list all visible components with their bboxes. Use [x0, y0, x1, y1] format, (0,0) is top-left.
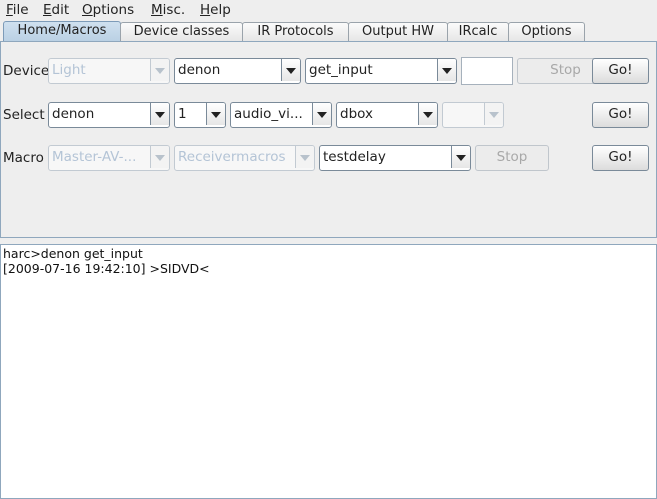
macro-combo-value: Master-AV-...	[52, 149, 137, 165]
macro-folder-value: Receivermacros	[178, 149, 286, 165]
command-combo-value: get_input	[309, 62, 373, 78]
remote-combo-value: denon	[178, 62, 221, 78]
menubar: File Edit Options Misc. Help	[0, 0, 657, 20]
chevron-down-icon	[451, 146, 470, 168]
chevron-down-icon	[150, 146, 169, 168]
console-line: harc>denon get_input	[3, 246, 143, 261]
zone-combo-value: 1	[178, 106, 187, 122]
chevron-down-icon	[312, 103, 331, 125]
console-line: [2009-07-16 19:42:10] >SIDVD<	[3, 261, 210, 276]
menu-options[interactable]: Options	[82, 2, 134, 18]
argument-field[interactable]	[461, 57, 513, 85]
device-combo[interactable]: Light	[48, 58, 170, 84]
chevron-down-icon	[418, 103, 437, 125]
remote-combo[interactable]: denon	[174, 58, 301, 84]
mode-combo-value: audio_vi...	[234, 106, 303, 122]
tab-ir-protocols[interactable]: IR Protocols	[242, 22, 349, 42]
macro-go-button[interactable]: Go!	[592, 145, 649, 171]
device-combo-value: Light	[52, 62, 86, 78]
zone-combo[interactable]: 1	[174, 102, 226, 128]
device-go-label: Go!	[608, 62, 633, 78]
tab-output-hw[interactable]: Output HW	[348, 22, 448, 42]
macro-action-value: testdelay	[323, 149, 386, 165]
output-console[interactable]: harc>denon get_input [2009-07-16 19:42:1…	[0, 244, 657, 499]
tab-options[interactable]: Options	[508, 22, 585, 42]
macro-stop-button[interactable]: Stop	[475, 145, 549, 171]
tab-home-macros[interactable]: Home/Macros	[3, 21, 121, 43]
source-combo-value: dbox	[340, 106, 373, 122]
chevron-down-icon	[150, 59, 169, 81]
select-row-label: Select	[3, 107, 45, 123]
menu-help[interactable]: Help	[200, 2, 231, 18]
chevron-down-icon	[295, 146, 314, 168]
source-combo[interactable]: dbox	[336, 102, 438, 128]
device-row-label: Device	[3, 63, 50, 79]
chevron-down-icon	[150, 103, 169, 125]
chevron-down-icon	[206, 103, 225, 125]
mode-combo[interactable]: audio_vi...	[230, 102, 332, 128]
chevron-down-icon	[281, 59, 300, 81]
command-combo[interactable]: get_input	[305, 58, 457, 84]
menu-misc[interactable]: Misc.	[151, 2, 185, 18]
select-device-combo[interactable]: denon	[48, 102, 170, 128]
macro-combo[interactable]: Master-AV-...	[48, 145, 170, 171]
select-go-button[interactable]: Go!	[592, 102, 649, 128]
menu-file[interactable]: File	[6, 2, 29, 18]
select-go-label: Go!	[608, 106, 633, 122]
device-go-button[interactable]: Go!	[592, 58, 649, 84]
macro-go-label: Go!	[608, 149, 633, 165]
select-device-value: denon	[52, 106, 95, 122]
menu-edit[interactable]: Edit	[43, 2, 69, 18]
macro-folder-combo[interactable]: Receivermacros	[174, 145, 315, 171]
extra-combo[interactable]	[442, 102, 504, 128]
tab-device-classes[interactable]: Device classes	[120, 22, 243, 42]
macro-action-combo[interactable]: testdelay	[319, 145, 471, 171]
tab-ircalc[interactable]: IRcalc	[447, 22, 509, 42]
macro-row-label: Macro	[3, 150, 44, 166]
chevron-down-icon	[484, 103, 503, 125]
chevron-down-icon	[437, 59, 456, 81]
